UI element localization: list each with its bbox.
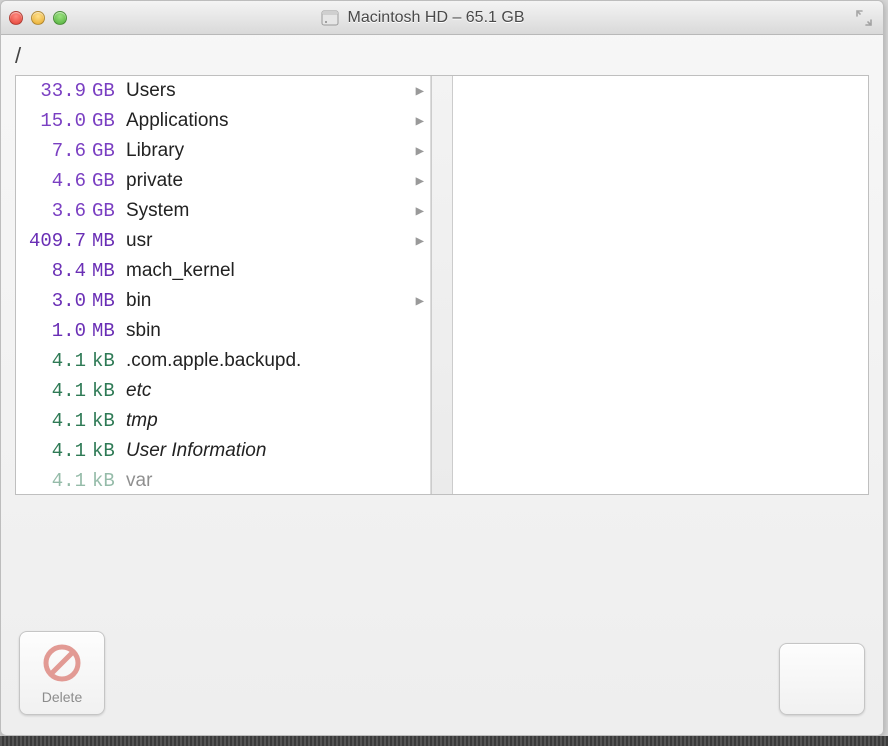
list-item[interactable]: 1.0MBsbin (16, 316, 430, 346)
item-name: sbin (126, 320, 408, 342)
item-size: 4.1 (20, 350, 92, 372)
list-item[interactable]: 4.1kB.com.apple.backupd. (16, 346, 430, 376)
list-item[interactable]: 8.4MBmach_kernel (16, 256, 430, 286)
item-name: User Information (126, 440, 408, 462)
columns-browser: 33.9GBUsers▶15.0GBApplications▶7.6GBLibr… (15, 75, 869, 495)
delete-label: Delete (42, 689, 82, 705)
list-item[interactable]: 3.0MBbin▶ (16, 286, 430, 316)
bottom-toolbar: Delete (1, 617, 883, 735)
chevron-right-icon: ▶ (408, 143, 424, 160)
list-item[interactable]: 7.6GBLibrary▶ (16, 136, 430, 166)
close-button[interactable] (9, 11, 23, 25)
zoom-button[interactable] (53, 11, 67, 25)
item-name: Users (126, 80, 408, 102)
chevron-right-icon: ▶ (408, 173, 424, 190)
item-unit: MB (92, 260, 126, 282)
item-unit: kB (92, 410, 126, 432)
item-unit: GB (92, 140, 126, 162)
item-size: 7.6 (20, 140, 92, 162)
window-title-text: Macintosh HD – 65.1 GB (348, 9, 525, 27)
column-0[interactable]: 33.9GBUsers▶15.0GBApplications▶7.6GBLibr… (16, 76, 431, 494)
list-item[interactable]: 4.1kBtmp (16, 406, 430, 436)
list-item[interactable]: 3.6GBSystem▶ (16, 196, 430, 226)
item-name: System (126, 200, 408, 222)
item-unit: MB (92, 290, 126, 312)
chevron-right-icon: ▶ (408, 83, 424, 100)
item-unit: MB (92, 230, 126, 252)
item-size: 4.6 (20, 170, 92, 192)
list-item[interactable]: 33.9GBUsers▶ (16, 76, 430, 106)
item-unit: GB (92, 170, 126, 192)
item-size: 409.7 (20, 230, 92, 252)
item-size: 4.1 (20, 440, 92, 462)
item-name: private (126, 170, 408, 192)
chevron-right-icon: ▶ (408, 293, 424, 310)
column-divider[interactable] (431, 76, 453, 494)
item-unit: kB (92, 470, 126, 492)
list-item[interactable]: 4.1kBUser Information (16, 436, 430, 466)
item-unit: kB (92, 440, 126, 462)
item-name: bin (126, 290, 408, 312)
item-name: mach_kernel (126, 260, 408, 282)
window-title: Macintosh HD – 65.1 GB (1, 8, 843, 28)
item-size: 8.4 (20, 260, 92, 282)
item-size: 1.0 (20, 320, 92, 342)
prohibited-icon (40, 641, 84, 685)
path-text: / (15, 43, 21, 68)
empty-toolbar-slot[interactable] (779, 643, 865, 715)
item-name: usr (126, 230, 408, 252)
item-unit: MB (92, 320, 126, 342)
item-name: Applications (126, 110, 408, 132)
chevron-right-icon: ▶ (408, 113, 424, 130)
item-unit: kB (92, 380, 126, 402)
desktop-strip (0, 736, 888, 746)
item-size: 33.9 (20, 80, 92, 102)
window: Macintosh HD – 65.1 GB / 33.9GBUsers▶15.… (0, 0, 884, 736)
item-size: 3.0 (20, 290, 92, 312)
item-name: tmp (126, 410, 408, 432)
item-unit: kB (92, 350, 126, 372)
list-item[interactable]: 4.6GBprivate▶ (16, 166, 430, 196)
list-item[interactable]: 409.7MBusr▶ (16, 226, 430, 256)
item-name: etc (126, 380, 408, 402)
chevron-right-icon: ▶ (408, 203, 424, 220)
column-1[interactable] (453, 76, 868, 494)
traffic-lights (9, 11, 67, 25)
item-name: Library (126, 140, 408, 162)
item-unit: GB (92, 200, 126, 222)
item-name: var (126, 470, 408, 492)
path-bar[interactable]: / (15, 43, 869, 69)
list-item[interactable]: 4.1kBvar (16, 466, 430, 494)
hard-drive-icon (320, 8, 340, 28)
titlebar: Macintosh HD – 65.1 GB (1, 1, 883, 35)
list-item[interactable]: 4.1kBetc (16, 376, 430, 406)
item-size: 4.1 (20, 410, 92, 432)
delete-button[interactable]: Delete (19, 631, 105, 715)
item-name: .com.apple.backupd. (126, 350, 408, 372)
fullscreen-icon[interactable] (855, 9, 873, 27)
list-item[interactable]: 15.0GBApplications▶ (16, 106, 430, 136)
item-unit: GB (92, 80, 126, 102)
item-unit: GB (92, 110, 126, 132)
item-size: 15.0 (20, 110, 92, 132)
chevron-right-icon: ▶ (408, 233, 424, 250)
item-size: 4.1 (20, 380, 92, 402)
item-size: 3.6 (20, 200, 92, 222)
minimize-button[interactable] (31, 11, 45, 25)
item-size: 4.1 (20, 470, 92, 492)
